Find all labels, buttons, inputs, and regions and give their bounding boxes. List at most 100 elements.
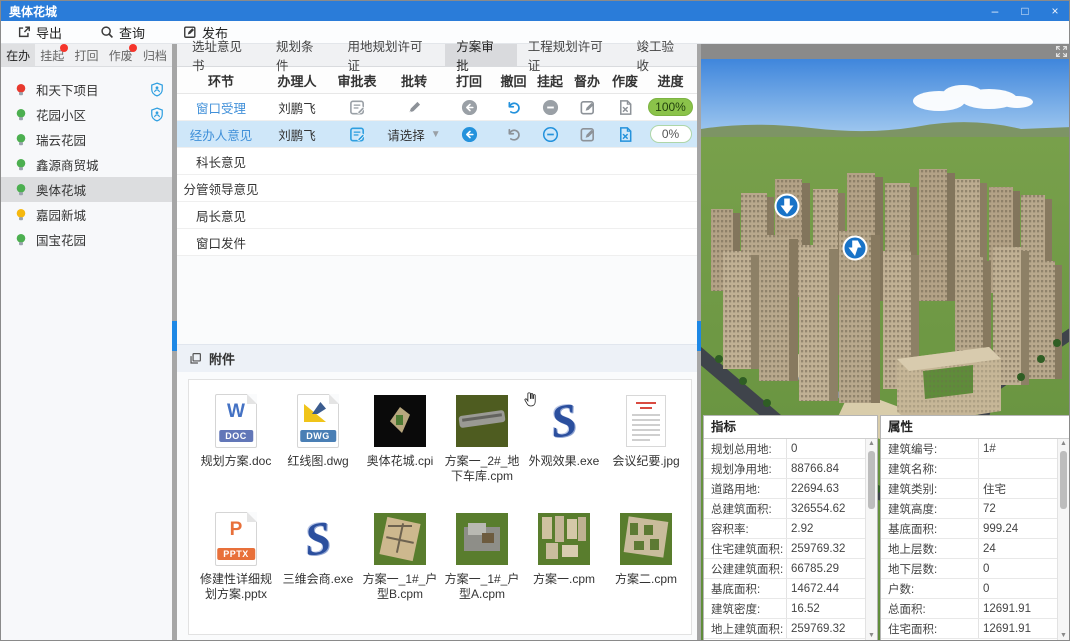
step-name: 局长意见 xyxy=(177,206,265,225)
map-marker[interactable] xyxy=(844,237,867,260)
table-row: 建筑密度:16.52 xyxy=(704,599,865,619)
table-row: 窗口受理 刘鹏飞 100% xyxy=(177,94,697,121)
file-item[interactable]: 会议纪要.jpg xyxy=(605,392,687,510)
table-row: 地上层数:24 xyxy=(881,539,1057,559)
progress-badge: 0% xyxy=(650,125,692,143)
copy-icon xyxy=(189,352,202,365)
cpm-thumbnail-icon xyxy=(620,513,672,565)
project-item[interactable]: 瑞云花园 xyxy=(1,127,172,152)
map-marker[interactable] xyxy=(776,195,799,218)
scroll-down-icon[interactable]: ▼ xyxy=(866,631,877,641)
table-row: 规划净用地:88766.84 xyxy=(704,459,865,479)
scroll-down-icon[interactable]: ▼ xyxy=(1058,631,1069,641)
file-item[interactable]: PPPTX 修建性详细规划方案.pptx xyxy=(195,510,277,628)
viewer-toolbar xyxy=(701,44,1070,59)
file-item[interactable]: S 三维会商.exe xyxy=(277,510,359,628)
step-name: 窗口发件 xyxy=(177,233,265,252)
table-row: 总建筑面积:326554.62 xyxy=(704,499,865,519)
minimize-button[interactable]: – xyxy=(987,4,1003,18)
tab-site-opinion[interactable]: 选址意见书 xyxy=(181,44,265,66)
transfer-pen-icon[interactable] xyxy=(406,99,423,116)
stage-tabs: 选址意见书 规划条件 用地规划许可证 方案审批 工程规划许可证 竣工验收 xyxy=(177,44,697,67)
fullscreen-expand-icon[interactable] xyxy=(1055,45,1068,58)
file-item[interactable]: 奥体花城.cpi xyxy=(359,392,441,510)
notification-dot xyxy=(60,44,68,52)
step-name: 分管领导意见 xyxy=(177,179,265,198)
tab-land-permit[interactable]: 用地规划许可证 xyxy=(336,44,445,66)
properties-table: 属性 建筑编号:1# 建筑名称: 建筑类别:住宅 建筑高度:72 基底面积:99… xyxy=(880,415,1070,641)
query-button[interactable]: 查询 xyxy=(100,23,145,42)
table-row: 道路用地:22694.63 xyxy=(704,479,865,499)
step-name-link[interactable]: 经办人意见 xyxy=(177,125,265,144)
suspend-icon[interactable] xyxy=(542,126,559,143)
supervise-icon[interactable] xyxy=(579,126,596,143)
project-list: 和天下项目 花园小区 瑞云花园 鑫源商贸城 奥体花城 嘉园新城 国宝花园 xyxy=(1,67,172,252)
sidebar-tab-suspended[interactable]: 挂起 xyxy=(35,44,69,66)
3d-viewer-panel: 指标 规划总用地:0 规划净用地:88766.84 道路用地:22694.63 … xyxy=(701,44,1070,641)
scroll-thumb[interactable] xyxy=(1060,451,1067,509)
sidebar-tabs: 在办 挂起 打回 作废 归档 xyxy=(1,44,172,67)
file-item[interactable]: 方案二.cpm xyxy=(605,510,687,628)
maximize-button[interactable]: □ xyxy=(1017,4,1033,18)
sidebar-tab-archived[interactable]: 归档 xyxy=(138,44,172,66)
supervise-icon[interactable] xyxy=(579,99,596,116)
handler-name: 刘鹏飞 xyxy=(265,125,329,144)
project-item[interactable]: 和天下项目 xyxy=(1,77,172,102)
exe-file-icon: S xyxy=(548,396,580,445)
export-icon xyxy=(17,25,31,39)
scrollbar[interactable]: ▲ ▼ xyxy=(1057,439,1069,641)
sidebar-tab-returned[interactable]: 打回 xyxy=(69,44,103,66)
status-bulb-red-icon xyxy=(15,83,27,97)
file-item[interactable]: 方案一_1#_户型A.cpm xyxy=(441,510,523,628)
tab-planning-conditions[interactable]: 规划条件 xyxy=(265,44,337,66)
approval-form-icon[interactable] xyxy=(349,126,366,143)
revoke-icon[interactable] xyxy=(505,99,522,116)
project-item[interactable]: 花园小区 xyxy=(1,102,172,127)
shield-icon xyxy=(150,82,164,97)
table-row: 住宅建筑面积:259769.32 xyxy=(704,539,865,559)
void-icon[interactable] xyxy=(617,99,634,116)
tab-completion-acceptance[interactable]: 竣工验收 xyxy=(625,44,697,66)
close-button[interactable]: × xyxy=(1047,4,1063,18)
export-button[interactable]: 导出 xyxy=(17,23,62,42)
table-row: 局长意见 xyxy=(177,202,697,229)
void-icon[interactable] xyxy=(617,126,634,143)
project-item-selected[interactable]: 奥体花城 xyxy=(1,177,172,202)
search-icon xyxy=(100,25,114,39)
main-panel: 选址意见书 规划条件 用地规划许可证 方案审批 工程规划许可证 竣工验收 环节办… xyxy=(177,44,697,641)
scroll-up-icon[interactable]: ▲ xyxy=(866,439,877,449)
table-row: 建筑高度:72 xyxy=(881,499,1057,519)
commercial-building xyxy=(897,347,1001,425)
tab-project-permit[interactable]: 工程规划许可证 xyxy=(517,44,626,66)
properties-title: 属性 xyxy=(881,416,1069,439)
file-item[interactable]: 方案一_1#_户型B.cpm xyxy=(359,510,441,628)
file-item[interactable]: 方案一.cpm xyxy=(523,510,605,628)
cpm-thumbnail-icon xyxy=(374,513,426,565)
return-icon[interactable] xyxy=(461,126,478,143)
tab-scheme-approval[interactable]: 方案审批 xyxy=(445,44,517,66)
transfer-select[interactable]: 请选择▼ xyxy=(387,125,440,144)
sidebar-tab-voided[interactable]: 作废 xyxy=(104,44,138,66)
cpi-thumbnail-icon xyxy=(374,395,426,447)
return-icon[interactable] xyxy=(461,99,478,116)
suspend-icon[interactable] xyxy=(542,99,559,116)
revoke-icon[interactable] xyxy=(505,126,522,143)
file-item[interactable]: 方案一_2#_地下车库.cpm xyxy=(441,392,523,510)
table-row: 分管领导意见 xyxy=(177,175,697,202)
file-item[interactable]: DWG 红线图.dwg xyxy=(277,392,359,510)
dwg-file-icon: DWG xyxy=(297,394,339,448)
scroll-thumb[interactable] xyxy=(868,451,875,509)
file-item[interactable]: WDOC 规划方案.doc xyxy=(195,392,277,510)
table-row: 总面积:12691.91 xyxy=(881,599,1057,619)
scroll-up-icon[interactable]: ▲ xyxy=(1058,439,1069,449)
scrollbar[interactable]: ▲ ▼ xyxy=(865,439,877,641)
sidebar-tab-inprogress[interactable]: 在办 xyxy=(1,44,35,66)
step-name-link[interactable]: 窗口受理 xyxy=(177,98,265,117)
approval-form-icon[interactable] xyxy=(349,99,366,116)
title-bar: 奥体花城 – □ × xyxy=(1,1,1069,21)
project-item[interactable]: 鑫源商贸城 xyxy=(1,152,172,177)
table-row: 住宅面积:12691.91 xyxy=(881,619,1057,639)
table-row-selected: 经办人意见 刘鹏飞 请选择▼ 0% xyxy=(177,121,697,148)
project-item[interactable]: 国宝花园 xyxy=(1,227,172,252)
project-item[interactable]: 嘉园新城 xyxy=(1,202,172,227)
